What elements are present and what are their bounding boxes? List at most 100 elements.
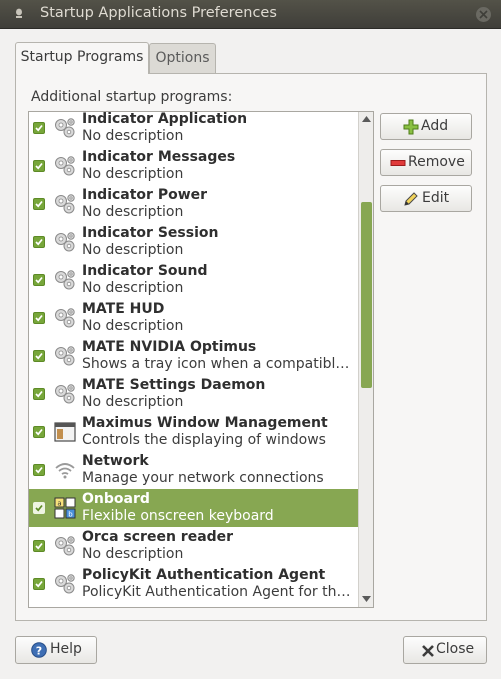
program-description: No description [82, 318, 184, 334]
list-item[interactable]: Orca screen reader No description [29, 527, 359, 565]
gears-icon [53, 116, 77, 140]
scrollbar-thumb[interactable] [361, 202, 372, 388]
checkmark-icon [35, 580, 43, 588]
close-button-label: Close [436, 641, 475, 657]
edit-button[interactable]: Edit [380, 185, 472, 212]
list-item[interactable]: MATE HUD No description [29, 299, 359, 337]
enabled-checkbox[interactable] [33, 426, 45, 438]
list-item[interactable]: Indicator Sound No description [29, 261, 359, 299]
program-name: PolicyKit Authentication Agent [82, 567, 326, 583]
svg-text:?: ? [36, 645, 42, 658]
gears-icon [53, 344, 77, 368]
enabled-checkbox[interactable] [33, 122, 45, 134]
checkmark-icon [35, 200, 43, 208]
help-button[interactable]: ? Help [15, 636, 97, 664]
svg-text:a: a [57, 500, 61, 508]
checkmark-icon [35, 466, 43, 474]
enabled-checkbox[interactable] [33, 350, 45, 362]
add-button-label: Add [421, 118, 449, 134]
program-description: Controls the displaying of windows [82, 432, 326, 448]
checkmark-icon [35, 352, 43, 360]
program-name: MATE HUD [82, 301, 165, 317]
window-close-button[interactable] [476, 7, 491, 22]
checkmark-icon [35, 238, 43, 246]
scroll-down-arrow-icon[interactable] [362, 596, 371, 602]
enabled-checkbox[interactable] [33, 274, 45, 286]
enabled-checkbox[interactable] [33, 388, 45, 400]
pencil-icon [404, 192, 418, 206]
program-description: No description [82, 280, 184, 296]
list-item[interactable]: Maximus Window Management Controls the di… [29, 413, 359, 451]
window-menu-icon[interactable] [15, 8, 23, 19]
program-description: No description [82, 242, 184, 258]
enabled-checkbox[interactable] [33, 312, 45, 324]
program-description: No description [82, 394, 184, 410]
program-name: Indicator Sound [82, 263, 208, 279]
list-item[interactable]: Indicator Application No description [29, 111, 359, 147]
program-description: No description [82, 204, 184, 220]
program-description: No description [82, 128, 184, 144]
checkmark-icon [35, 428, 43, 436]
program-name: Indicator Session [82, 225, 219, 241]
remove-button[interactable]: Remove [380, 149, 472, 176]
svg-text:b: b [68, 511, 73, 519]
program-name: Onboard [82, 491, 150, 507]
program-name: Orca screen reader [82, 529, 234, 545]
program-name: Indicator Application [82, 111, 248, 127]
checkmark-icon [35, 542, 43, 550]
enabled-checkbox[interactable] [33, 198, 45, 210]
enabled-checkbox[interactable] [33, 236, 45, 248]
list-item[interactable]: MATE NVIDIA Optimus Shows a tray icon whe… [29, 337, 359, 375]
checkmark-icon [35, 504, 43, 512]
list-item[interactable]: Indicator Session No description [29, 223, 359, 261]
list-scrollbar[interactable] [358, 112, 373, 607]
checkmark-icon [35, 314, 43, 322]
keyboard-icon: ab [53, 496, 77, 520]
gears-icon [53, 534, 77, 558]
checkmark-icon [35, 124, 43, 132]
checkmark-icon [35, 276, 43, 284]
gears-icon [53, 230, 77, 254]
list-item[interactable]: Indicator Power No description [29, 185, 359, 223]
gears-icon [53, 572, 77, 596]
gears-icon [53, 306, 77, 330]
checkmark-icon [35, 162, 43, 170]
tab-options[interactable]: Options [149, 43, 216, 73]
program-name: MATE NVIDIA Optimus [82, 339, 257, 355]
list-item[interactable]: PolicyKit Authentication Agent PolicyKit … [29, 565, 359, 603]
title-bar: Startup Applications Preferences [0, 0, 501, 29]
enabled-checkbox[interactable] [33, 160, 45, 172]
enabled-checkbox[interactable] [33, 464, 45, 476]
list-item[interactable]: Network Manage your network connections [29, 451, 359, 489]
program-description: No description [82, 546, 184, 562]
program-description: PolicyKit Authentication Agent for the … [82, 584, 357, 600]
close-icon [422, 645, 434, 657]
window-icon [53, 420, 77, 444]
list-item[interactable]: Indicator Messages No description [29, 147, 359, 185]
gears-icon [53, 154, 77, 178]
help-icon: ? [31, 642, 47, 658]
program-description: Manage your network connections [82, 470, 324, 486]
enabled-checkbox[interactable] [33, 540, 45, 552]
tab-startup-programs[interactable]: Startup Programs [15, 42, 149, 74]
gears-icon [53, 382, 77, 406]
add-button[interactable]: Add [380, 113, 472, 140]
program-description: Flexible onscreen keyboard [82, 508, 274, 524]
edit-button-label: Edit [422, 190, 450, 206]
remove-button-label: Remove [408, 154, 465, 170]
close-button[interactable]: Close [403, 636, 487, 664]
list-item[interactable]: MATE Settings Daemon No description [29, 375, 359, 413]
enabled-checkbox[interactable] [33, 578, 45, 590]
help-button-label: Help [50, 641, 82, 657]
add-icon [403, 119, 419, 135]
list-item[interactable]: a b Onboard Flexible onscreen keyboard [29, 489, 359, 527]
program-description: No description [82, 166, 184, 182]
scroll-up-arrow-icon[interactable] [362, 116, 371, 122]
gears-icon [53, 192, 77, 216]
program-name: Indicator Messages [82, 149, 236, 165]
startup-programs-list[interactable]: Indicator Application No description Indic… [28, 111, 374, 608]
program-name: MATE Settings Daemon [82, 377, 266, 393]
section-label: Additional startup programs: [31, 89, 233, 105]
program-name: Indicator Power [82, 187, 208, 203]
enabled-checkbox[interactable] [33, 502, 45, 514]
